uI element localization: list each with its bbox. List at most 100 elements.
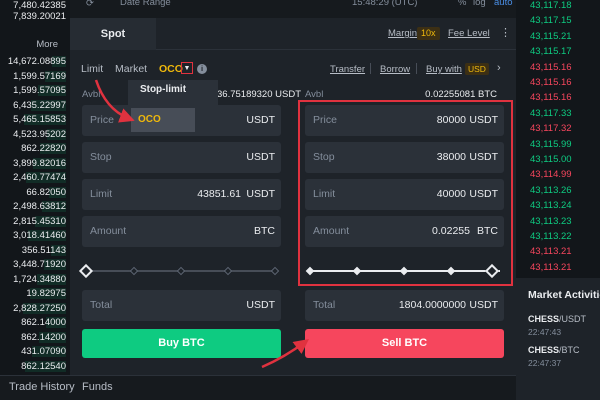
market-activity-time: 22:47:37 bbox=[528, 358, 562, 368]
fee-level-link[interactable]: Fee Level bbox=[448, 28, 490, 39]
sell-avbl-label: Avbl bbox=[305, 89, 324, 100]
divider bbox=[370, 63, 371, 74]
left-book-row: 2,815.45310 bbox=[13, 215, 66, 227]
currency-badge[interactable]: USD bbox=[465, 63, 489, 75]
left-book-row: 2,498.63812 bbox=[13, 201, 66, 212]
left-book-row: 431.07090 bbox=[21, 346, 66, 357]
left-book-row: 3,018.41460 bbox=[13, 230, 66, 241]
sell-avbl-value: 0.02255081 BTC bbox=[425, 89, 497, 100]
buy-avbl-label: Avbl bbox=[82, 89, 101, 100]
price-row: 43,115.16 bbox=[530, 61, 572, 73]
sell-total-label: Total bbox=[313, 299, 336, 311]
buy-price-label: Price bbox=[90, 114, 114, 126]
bottom-tabs-bar bbox=[0, 375, 516, 400]
price-row: 43,115.17 bbox=[530, 46, 572, 58]
left-book-row: 66.82050 bbox=[26, 186, 66, 198]
tab-funds[interactable]: Funds bbox=[82, 381, 113, 393]
menu-item-oco[interactable]: OCO bbox=[131, 108, 195, 132]
left-book-row: 6,435.22997 bbox=[13, 99, 66, 111]
left-book-row: 7,480.42385 bbox=[13, 0, 66, 11]
price-row: 43,113.22 bbox=[530, 231, 572, 242]
buy-amount-label: Amount bbox=[90, 225, 127, 237]
buy-total-field[interactable]: Total USDT bbox=[82, 290, 281, 321]
tab-spot[interactable]: Spot bbox=[70, 18, 156, 50]
info-icon[interactable]: i bbox=[197, 64, 207, 74]
left-book-row: 862.14000 bbox=[21, 317, 66, 328]
left-book-row: 2,460.77474 bbox=[13, 172, 66, 183]
price-row: 43,115.00 bbox=[530, 154, 572, 165]
sell-total-unit: USDT bbox=[469, 299, 498, 311]
left-book-row: 19.82975 bbox=[26, 288, 66, 299]
price-row: 43,115.21 bbox=[530, 30, 572, 42]
borrow-link[interactable]: Borrow bbox=[380, 64, 410, 75]
log-toggle[interactable]: log bbox=[473, 0, 486, 8]
price-row: 43,117.32 bbox=[530, 123, 572, 135]
price-row: 43,115.16 bbox=[530, 92, 572, 104]
price-row: 43,117.33 bbox=[530, 107, 572, 119]
price-row: 43,113.26 bbox=[530, 184, 572, 196]
divider bbox=[416, 63, 417, 74]
tab-margin[interactable]: Margin bbox=[388, 28, 417, 39]
price-row: 43,117.15 bbox=[530, 15, 572, 27]
left-book-row: 4,523.95202 bbox=[13, 128, 66, 140]
order-type-limit[interactable]: Limit bbox=[81, 63, 103, 75]
buy-stop-unit: USDT bbox=[246, 151, 275, 163]
price-row: 43,117.18 bbox=[530, 0, 572, 11]
percent-toggle[interactable]: % bbox=[458, 0, 466, 8]
left-book-row: 862.12540 bbox=[21, 360, 66, 372]
buy-price-unit: USDT bbox=[246, 114, 275, 126]
market-activity-pair[interactable]: CHESS/BTC bbox=[528, 345, 580, 355]
market-activity-time: 22:47:43 bbox=[528, 327, 562, 337]
left-book-row: 1,599.57169 bbox=[13, 70, 66, 82]
order-type-oco[interactable]: OCO bbox=[159, 63, 183, 75]
left-book-row: 5,465.15853 bbox=[13, 114, 66, 125]
buy-amount-unit: BTC bbox=[254, 225, 275, 237]
buy-amount-field[interactable]: Amount BTC bbox=[82, 216, 281, 247]
chevron-right-icon[interactable]: › bbox=[497, 62, 501, 74]
sell-form-highlight bbox=[298, 100, 513, 286]
left-book-row: 862.22820 bbox=[21, 143, 66, 154]
buy-limit-value: 43851.61 bbox=[197, 188, 241, 200]
price-row: 43,113.24 bbox=[530, 200, 572, 212]
left-book-row: 356.51143 bbox=[21, 244, 66, 256]
price-row: 43,113.21 bbox=[530, 261, 572, 273]
left-book-row: 14,672.08895 bbox=[7, 56, 66, 67]
leverage-badge[interactable]: 10x bbox=[417, 27, 440, 40]
sell-total-field[interactable]: Total 1804.0000000 USDT bbox=[305, 290, 504, 321]
buy-stop-label: Stop bbox=[90, 151, 112, 163]
more-options-icon[interactable]: ⋮ bbox=[500, 26, 511, 39]
buy-total-unit: USDT bbox=[246, 299, 275, 311]
sell-total-value: 1804.0000000 bbox=[398, 299, 466, 311]
price-row: 43,114.99 bbox=[530, 169, 572, 181]
market-activity-pair[interactable]: CHESS/USDT bbox=[528, 314, 586, 324]
left-book-row: 862.14200 bbox=[21, 331, 66, 343]
chart-time: 15:48:29 (UTC) bbox=[352, 0, 418, 8]
more-link[interactable]: More bbox=[0, 39, 58, 50]
left-book-row: 3,448.71920 bbox=[13, 259, 66, 270]
buy-with-link[interactable]: Buy with bbox=[426, 64, 462, 75]
price-row: 43,113.23 bbox=[530, 215, 572, 227]
date-range-icon[interactable]: ⟳ bbox=[86, 0, 94, 9]
left-book-row: 3,899.82016 bbox=[13, 157, 66, 169]
buy-btc-button[interactable]: Buy BTC bbox=[82, 329, 281, 358]
menu-item-stop-limit[interactable]: Stop-limit bbox=[128, 84, 198, 95]
chart-toolbar: ⟳ Date Range 15:48:29 (UTC) % log auto bbox=[70, 0, 516, 12]
left-book-row: 1,724.34880 bbox=[13, 273, 66, 285]
tab-trade-history[interactable]: Trade History bbox=[9, 381, 75, 393]
buy-total-label: Total bbox=[90, 299, 113, 311]
price-row: 43,113.21 bbox=[530, 246, 572, 258]
price-row: 43,115.99 bbox=[530, 138, 572, 150]
buy-stop-field[interactable]: Stop USDT bbox=[82, 142, 281, 173]
buy-limit-label: Limit bbox=[90, 188, 113, 200]
left-book-row: 2,828.27250 bbox=[13, 302, 66, 314]
buy-limit-unit: USDT bbox=[246, 188, 275, 200]
auto-toggle[interactable]: auto bbox=[494, 0, 513, 8]
left-book-row: 7,839.20021 bbox=[13, 11, 66, 22]
date-range-button[interactable]: Date Range bbox=[120, 0, 171, 8]
order-type-market[interactable]: Market bbox=[115, 63, 147, 75]
price-row: 43,115.16 bbox=[530, 77, 572, 88]
sell-btc-button[interactable]: Sell BTC bbox=[305, 329, 504, 358]
transfer-link[interactable]: Transfer bbox=[330, 64, 365, 75]
buy-limit-field[interactable]: Limit 43851.61 USDT bbox=[82, 179, 281, 210]
order-type-dropdown-icon[interactable]: ▼ bbox=[181, 62, 193, 74]
